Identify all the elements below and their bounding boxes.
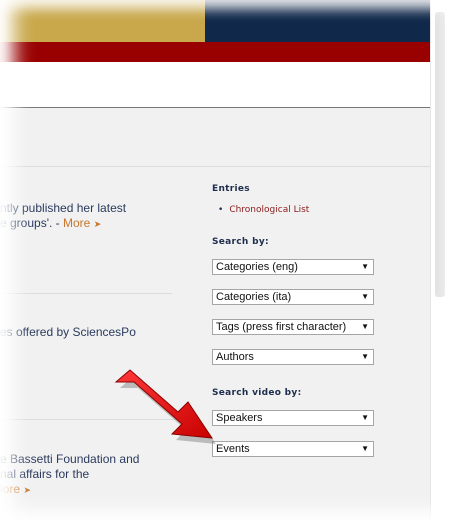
speakers-select[interactable]: Speakers ▼ [212, 410, 374, 426]
chronological-list-link[interactable]: Chronological List [229, 205, 309, 215]
post-3-line-2: nal affairs for the [0, 467, 90, 481]
search-video-heading: Search video by: [212, 388, 302, 398]
select-value: Categories (eng) [216, 261, 298, 273]
header-band-navy [205, 0, 430, 42]
entries-heading: Entries [212, 184, 250, 194]
tags-select[interactable]: Tags (press first character) ▼ [212, 319, 374, 335]
more-arrow-icon: ➤ [93, 219, 102, 229]
header-white-area [0, 62, 430, 108]
post-1-line-1: ntly published her latest [0, 201, 127, 215]
post-3-more-link[interactable]: lore [0, 482, 20, 496]
red-pointer-arrow-icon [110, 368, 220, 458]
post-2-line-1: es offered by SciencesPo [0, 325, 136, 339]
vertical-scrollbar[interactable] [430, 0, 450, 520]
search-by-heading: Search by: [212, 237, 269, 247]
chevron-down-icon: ▼ [361, 292, 369, 301]
header-band-gold [0, 0, 205, 42]
select-value: Authors [216, 351, 254, 363]
chevron-down-icon: ▼ [361, 262, 369, 271]
categories-eng-select[interactable]: Categories (eng) ▼ [212, 259, 374, 275]
section-divider [0, 166, 430, 167]
entries-list-item: • Chronological List [218, 205, 309, 215]
page: ntly published her latest e groups'. - M… [0, 0, 430, 520]
events-select[interactable]: Events ▼ [212, 441, 374, 457]
post-snippet-2: es offered by SciencesPo [0, 325, 136, 340]
bullet-icon: • [218, 205, 224, 215]
scrollbar-thumb[interactable] [435, 12, 445, 297]
categories-ita-select[interactable]: Categories (ita) ▼ [212, 289, 374, 305]
select-value: Speakers [216, 412, 263, 424]
chevron-down-icon: ▼ [361, 444, 369, 453]
header-band-red [0, 42, 430, 62]
post-1-line-2: e groups'. - [0, 216, 63, 230]
post-divider [0, 293, 172, 294]
post-1-more-link[interactable]: More [63, 216, 90, 230]
select-value: Categories (ita) [216, 291, 292, 303]
chevron-down-icon: ▼ [361, 322, 369, 331]
chevron-down-icon: ▼ [361, 352, 369, 361]
chevron-down-icon: ▼ [361, 413, 369, 422]
post-snippet-3: e Bassetti Foundation and nal affairs fo… [0, 452, 139, 498]
select-value: Tags (press first character) [216, 321, 347, 333]
authors-select[interactable]: Authors ▼ [212, 349, 374, 365]
post-snippet-1: ntly published her latest e groups'. - M… [0, 201, 126, 232]
more-arrow-icon: ➤ [23, 485, 31, 495]
select-value: Events [216, 443, 250, 455]
